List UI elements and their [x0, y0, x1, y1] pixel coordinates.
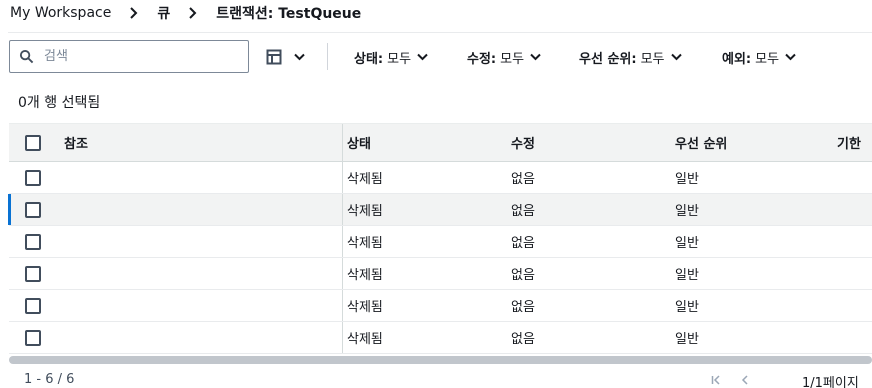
- row-checkbox[interactable]: [25, 329, 41, 346]
- breadcrumb-queue[interactable]: 큐: [157, 3, 170, 23]
- status-filter[interactable]: 상태: 모두: [354, 46, 428, 68]
- row-select-cell: [25, 322, 41, 353]
- row-checkbox[interactable]: [25, 201, 41, 218]
- table-row[interactable]: 삭제됨 없음 일반: [8, 194, 872, 226]
- row-select-cell: [25, 258, 41, 289]
- column-separator: [342, 194, 343, 225]
- column-resizer[interactable]: [342, 124, 343, 161]
- table-row[interactable]: 삭제됨 없음 일반: [9, 226, 872, 258]
- chevron-down-icon: [670, 53, 682, 61]
- row-checkbox[interactable]: [25, 169, 41, 186]
- column-header-priority[interactable]: 우선 순위: [675, 124, 727, 161]
- cell-status: 삭제됨: [347, 332, 383, 347]
- first-page-icon: [711, 375, 720, 385]
- selection-count: 0개 행 선택됨: [18, 95, 101, 111]
- search-input[interactable]: [44, 49, 234, 64]
- row-checkbox[interactable]: [25, 297, 41, 314]
- cell-fix: 없음: [511, 204, 535, 219]
- previous-page-icon: [741, 375, 748, 385]
- column-separator: [342, 290, 343, 321]
- filter-label: 수정:: [467, 51, 497, 67]
- cell-priority: 일반: [675, 172, 699, 187]
- table-row[interactable]: 삭제됨 없음 일반: [9, 258, 872, 290]
- breadcrumb-current: 트랜잭션: TestQueue: [216, 6, 362, 22]
- transactions-table: 참조 상태 수정 우선 순위 기한 삭제됨 없음 일반 삭제됨 없음 일반 삭제…: [8, 123, 872, 354]
- cell-status: 삭제됨: [347, 172, 383, 187]
- breadcrumb-workspace[interactable]: My Workspace: [10, 5, 111, 21]
- cell-fix: 없음: [511, 236, 535, 251]
- row-checkbox[interactable]: [25, 233, 41, 250]
- toolbar-divider: [327, 43, 328, 70]
- cell-priority: 일반: [675, 268, 699, 283]
- cell-fix: 없음: [511, 332, 535, 347]
- filter-value: 모두: [755, 51, 780, 67]
- cell-status: 삭제됨: [347, 204, 383, 219]
- column-header-due[interactable]: 기한: [837, 124, 861, 161]
- chevron-down-icon: [417, 53, 428, 61]
- row-select-cell: [25, 226, 41, 257]
- cell-priority: 일반: [675, 236, 699, 251]
- chevron-right-icon: [180, 7, 206, 19]
- filter-label: 우선 순위:: [579, 51, 637, 67]
- table-settings-icon: [266, 49, 282, 65]
- column-header-status[interactable]: 상태: [347, 124, 371, 161]
- cell-priority: 일반: [675, 332, 699, 347]
- table-row[interactable]: 삭제됨 없음 일반: [9, 322, 872, 354]
- priority-filter[interactable]: 우선 순위: 모두: [579, 46, 682, 68]
- search-icon: [19, 49, 34, 64]
- page-indicator: 1/1페이지: [802, 376, 859, 388]
- cell-status: 삭제됨: [347, 236, 383, 251]
- first-page-button[interactable]: [711, 372, 721, 388]
- previous-page-button[interactable]: [740, 372, 750, 388]
- filter-value: 모두: [387, 51, 412, 67]
- cell-status: 삭제됨: [347, 300, 383, 315]
- table-row[interactable]: 삭제됨 없음 일반: [9, 162, 872, 194]
- table-row[interactable]: 삭제됨 없음 일반: [9, 290, 872, 322]
- column-separator: [342, 162, 343, 193]
- cell-fix: 없음: [511, 268, 535, 283]
- column-separator: [342, 258, 343, 289]
- chevron-down-icon: [785, 53, 796, 61]
- header-divider: [8, 32, 872, 33]
- breadcrumb: My Workspace 큐 트랜잭션: TestQueue: [10, 0, 361, 26]
- chevron-right-icon: [121, 7, 147, 19]
- search-box[interactable]: [9, 40, 249, 73]
- horizontal-scrollbar[interactable]: [9, 356, 872, 364]
- cell-fix: 없음: [511, 300, 535, 315]
- cell-priority: 일반: [675, 300, 699, 315]
- row-select-cell: [25, 290, 41, 321]
- select-all-checkbox[interactable]: [25, 134, 41, 151]
- chevron-down-icon: [294, 53, 305, 61]
- cell-priority: 일반: [675, 204, 699, 219]
- cell-fix: 없음: [511, 172, 535, 187]
- column-header-fix[interactable]: 수정: [511, 124, 535, 161]
- fix-filter[interactable]: 수정: 모두: [467, 46, 541, 68]
- table-preferences-button[interactable]: [266, 46, 305, 68]
- chevron-down-icon: [530, 53, 541, 61]
- select-all-cell: [25, 124, 41, 161]
- column-separator: [342, 226, 343, 257]
- column-separator: [342, 322, 343, 353]
- filter-value: 모두: [640, 51, 665, 67]
- filter-label: 예외:: [722, 51, 752, 67]
- filter-label: 상태:: [354, 51, 384, 67]
- exception-filter[interactable]: 예외: 모두: [722, 46, 796, 68]
- row-select-cell: [25, 162, 41, 193]
- filter-value: 모두: [500, 51, 525, 67]
- column-header-ref[interactable]: 참조: [64, 124, 88, 161]
- row-select-cell: [25, 194, 41, 225]
- row-checkbox[interactable]: [25, 265, 41, 282]
- item-count: 1 - 6 / 6: [24, 372, 75, 387]
- table-header: 참조 상태 수정 우선 순위 기한: [9, 123, 872, 162]
- cell-status: 삭제됨: [347, 268, 383, 283]
